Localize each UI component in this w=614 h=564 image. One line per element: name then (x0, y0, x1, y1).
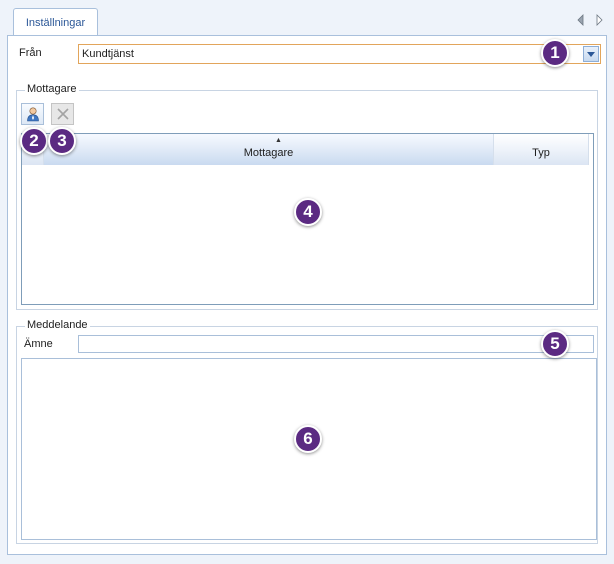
tab-installningar[interactable]: Inställningar (13, 8, 98, 36)
callout-marker-3: 3 (48, 127, 76, 155)
from-label: Från (19, 47, 42, 59)
prev-arrow-icon[interactable] (576, 14, 586, 26)
subject-label: Ämne (24, 338, 53, 350)
remove-recipient-button[interactable] (51, 103, 74, 125)
subject-input[interactable] (78, 335, 594, 353)
callout-marker-2: 2 (20, 127, 48, 155)
add-recipient-button[interactable] (21, 103, 44, 125)
recipients-group-title: Mottagare (25, 83, 79, 95)
from-value: Kundtjänst (82, 48, 134, 60)
grid-header: ▲ Mottagare Typ (22, 134, 593, 165)
sort-ascending-icon: ▲ (275, 137, 282, 144)
column-header-typ[interactable]: Typ (494, 134, 589, 165)
callout-marker-1: 1 (541, 39, 569, 67)
remove-icon (56, 108, 69, 120)
callout-marker-5: 5 (541, 330, 569, 358)
dropdown-arrow-icon (587, 51, 595, 57)
next-arrow-icon[interactable] (594, 14, 604, 26)
tab-label: Inställningar (25, 16, 86, 29)
add-recipient-icon (26, 107, 39, 122)
column-header-label: Typ (532, 147, 550, 159)
from-combobox[interactable]: Kundtjänst (78, 44, 601, 64)
callout-marker-4: 4 (294, 198, 322, 226)
column-header-mottagare[interactable]: ▲ Mottagare (44, 134, 494, 165)
message-group-title: Meddelande (25, 319, 90, 331)
column-header-label: Mottagare (243, 147, 294, 159)
dropdown-button[interactable] (583, 46, 599, 62)
callout-marker-6: 6 (294, 425, 322, 453)
